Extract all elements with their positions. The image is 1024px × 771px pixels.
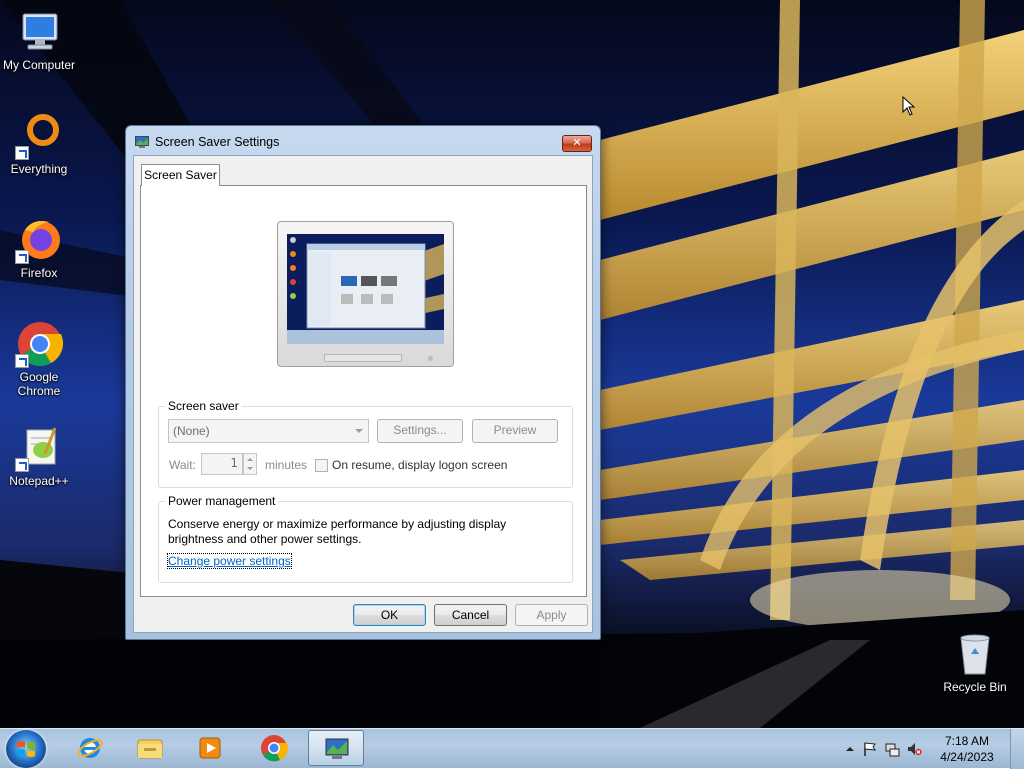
desktop-icon-firefox[interactable]: Firefox bbox=[0, 216, 78, 280]
shortcut-arrow-icon bbox=[15, 146, 29, 160]
shortcut-arrow-icon bbox=[15, 354, 29, 368]
tab-panel-screen-saver: Screen saver (None) Settings... Preview … bbox=[140, 185, 587, 597]
desktop-icon-notepadpp[interactable]: Notepad++ bbox=[0, 424, 78, 488]
minutes-label: minutes bbox=[265, 458, 308, 472]
change-power-settings-link[interactable]: Change power settings bbox=[167, 553, 292, 569]
settings-button[interactable]: Settings... bbox=[377, 419, 463, 443]
desktop-icon-label: Google Chrome bbox=[17, 370, 61, 398]
taskbar: 7:18 AM 4/24/2023 bbox=[0, 728, 1024, 769]
screen-saver-settings-icon bbox=[135, 136, 149, 148]
screen-saver-settings-icon bbox=[325, 738, 349, 759]
everything-search-icon bbox=[15, 112, 63, 160]
taskbar-file-explorer[interactable] bbox=[122, 730, 178, 766]
start-button[interactable] bbox=[6, 730, 46, 768]
clock-date: 4/24/2023 bbox=[940, 750, 994, 764]
tab-screen-saver[interactable]: Screen Saver bbox=[141, 164, 220, 186]
network-icon[interactable] bbox=[884, 741, 900, 757]
wait-spinner[interactable] bbox=[243, 453, 257, 475]
wait-label: Wait: bbox=[169, 458, 196, 472]
resume-logon-label: On resume, display logon screen bbox=[332, 458, 508, 472]
dialog-client-area: Screen Saver Screen saver (None) Setting… bbox=[133, 155, 593, 633]
computer-icon bbox=[15, 8, 63, 56]
resume-logon-checkbox[interactable] bbox=[315, 459, 328, 472]
desktop-icon-my-computer[interactable]: My Computer bbox=[0, 8, 78, 72]
power-management-group-label: Power management bbox=[165, 494, 279, 508]
chrome-icon bbox=[261, 735, 288, 762]
taskbar-chrome[interactable] bbox=[246, 730, 302, 766]
desktop-icon-label: Notepad++ bbox=[9, 474, 69, 488]
screen-saver-group: Screen saver (None) Settings... Preview … bbox=[158, 399, 573, 488]
notepadpp-icon bbox=[15, 424, 63, 472]
show-hidden-icons-icon[interactable] bbox=[842, 741, 858, 757]
taskbar-media-player[interactable] bbox=[182, 730, 238, 766]
dialog-titlebar[interactable]: Screen Saver Settings ✕ bbox=[126, 126, 600, 156]
screen-saver-preview-monitor bbox=[277, 221, 454, 367]
desktop-icon-label: Recycle Bin bbox=[943, 680, 1007, 694]
internet-explorer-icon bbox=[77, 738, 103, 758]
screen-saver-selected-value: (None) bbox=[173, 424, 210, 438]
shortcut-arrow-icon bbox=[15, 250, 29, 264]
screen-saver-select[interactable]: (None) bbox=[168, 419, 369, 443]
desktop-icon-label: Everything bbox=[10, 162, 68, 176]
media-player-icon bbox=[199, 737, 221, 759]
desktop-icon-recycle-bin[interactable]: Recycle Bin bbox=[936, 630, 1014, 694]
recycle-bin-icon bbox=[951, 630, 999, 678]
wait-minutes-input[interactable]: 1 bbox=[201, 453, 243, 475]
windows-logo-icon bbox=[17, 741, 35, 757]
chrome-icon bbox=[15, 320, 64, 368]
spin-down-icon bbox=[247, 467, 253, 470]
spin-up-icon bbox=[247, 458, 253, 461]
taskbar-internet-explorer[interactable] bbox=[62, 730, 118, 766]
desktop-icon-label: My Computer bbox=[2, 58, 76, 72]
preview-screen bbox=[287, 234, 444, 344]
mouse-cursor-icon bbox=[902, 96, 916, 116]
system-clock[interactable]: 7:18 AM 4/24/2023 bbox=[934, 733, 1000, 765]
action-center-flag-icon[interactable] bbox=[862, 741, 878, 757]
desktop-icon-label: Firefox bbox=[20, 266, 58, 280]
firefox-icon bbox=[15, 216, 63, 264]
ok-button[interactable]: OK bbox=[353, 604, 426, 626]
apply-button[interactable]: Apply bbox=[515, 604, 588, 626]
screen-saver-settings-dialog: Screen Saver Settings ✕ Screen Saver Scr… bbox=[125, 125, 601, 640]
chevron-down-icon bbox=[355, 429, 363, 433]
close-button[interactable]: ✕ bbox=[562, 135, 592, 152]
file-explorer-icon bbox=[137, 739, 163, 759]
dialog-title: Screen Saver Settings bbox=[155, 135, 280, 149]
preview-button[interactable]: Preview bbox=[472, 419, 558, 443]
power-management-group: Power management Conserve energy or maxi… bbox=[158, 494, 573, 583]
power-description: Conserve energy or maximize performance … bbox=[168, 517, 507, 546]
desktop-icon-google-chrome[interactable]: Google Chrome bbox=[0, 320, 78, 398]
monitor-stand bbox=[324, 354, 402, 362]
screen-saver-group-label: Screen saver bbox=[165, 399, 242, 413]
taskbar-screen-saver-settings[interactable] bbox=[308, 730, 364, 766]
clock-time: 7:18 AM bbox=[944, 734, 990, 748]
desktop-icon-everything[interactable]: Everything bbox=[0, 112, 78, 176]
notification-area: 7:18 AM 4/24/2023 bbox=[834, 729, 1024, 769]
volume-muted-icon[interactable] bbox=[906, 741, 922, 757]
show-desktop-button[interactable] bbox=[1010, 729, 1024, 769]
shortcut-arrow-icon bbox=[15, 458, 29, 472]
monitor-power-led bbox=[428, 356, 433, 361]
cancel-button[interactable]: Cancel bbox=[434, 604, 507, 626]
